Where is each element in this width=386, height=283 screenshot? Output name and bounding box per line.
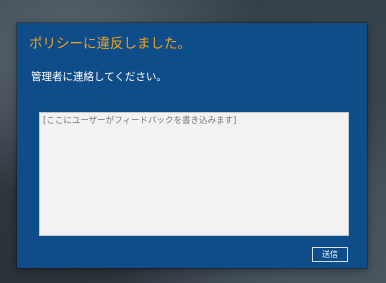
send-button[interactable]: 送信	[312, 247, 348, 262]
dialog-message: 管理者に連絡してください。	[31, 71, 167, 83]
feedback-textarea[interactable]	[39, 112, 349, 236]
policy-violation-dialog: ポリシーに違反しました。 管理者に連絡してください。 送信	[17, 23, 367, 268]
dialog-title: ポリシーに違反しました。	[29, 36, 191, 52]
